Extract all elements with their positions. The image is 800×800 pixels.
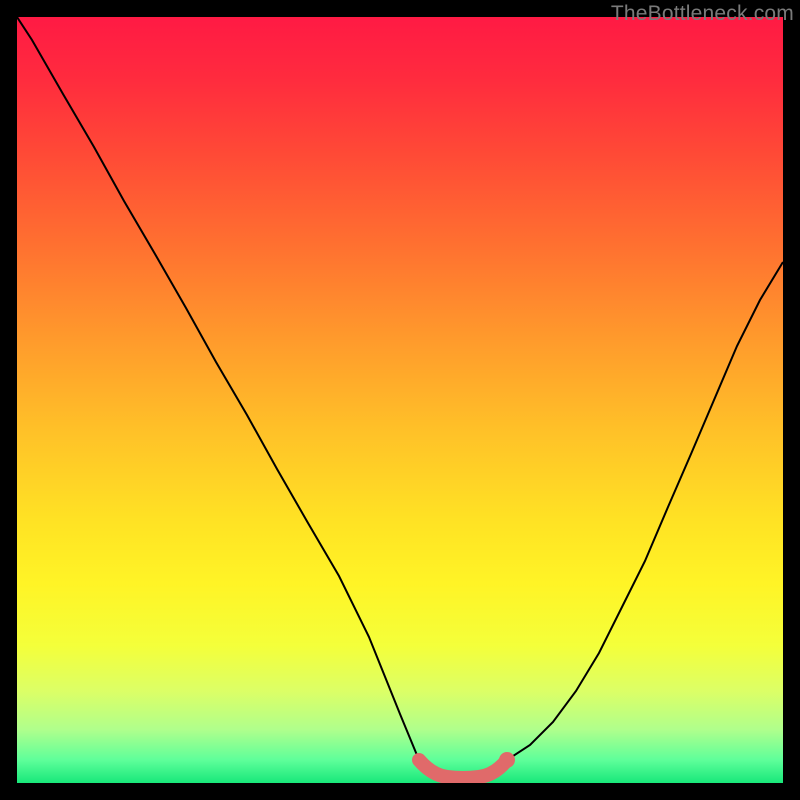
highlight-dot	[499, 752, 515, 768]
chart-stage: TheBottleneck.com	[0, 0, 800, 800]
plot-area	[17, 17, 783, 783]
left-curve	[17, 17, 419, 760]
watermark-text: TheBottleneck.com	[611, 2, 794, 26]
curve-layer	[17, 17, 783, 783]
highlight-segment	[419, 760, 507, 778]
right-curve	[507, 262, 783, 760]
